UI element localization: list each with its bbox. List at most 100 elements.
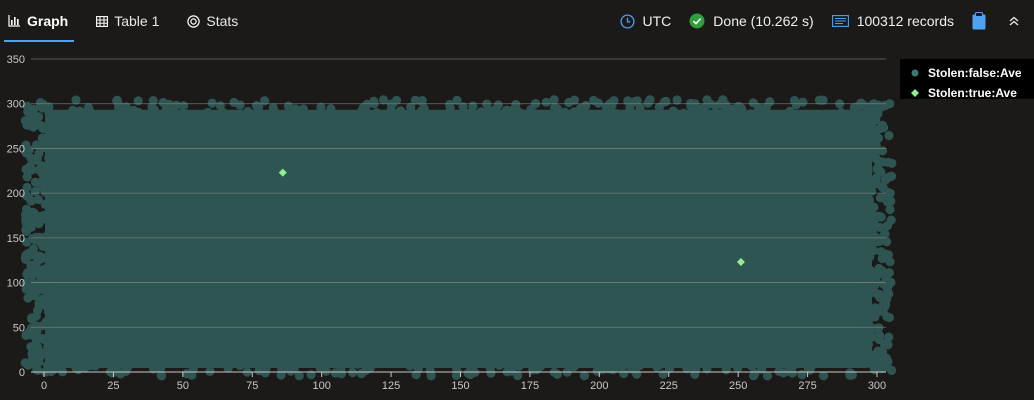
scatter-point-false [44,212,54,222]
scatter-point-false [863,167,873,177]
scatter-point-false [885,99,895,109]
scatter-point-false [79,363,90,373]
scatter-point-false [417,116,427,126]
scatter-point-false [844,352,854,362]
timezone-indicator[interactable]: UTC [619,13,671,29]
scatter-point-false [426,115,436,125]
scatter-point-false [221,110,232,120]
scatter-point-false [720,359,730,369]
scatter-point-false [762,115,772,125]
scatter-point-false [35,352,45,362]
legend-item-false[interactable]: Stolen:false:Ave [900,65,1034,81]
scatter-point-false [468,101,478,111]
scatter-point-false [283,101,294,111]
scatter-point-false [615,357,625,367]
scatter-point-false [293,358,303,368]
scatter-point-false [426,371,436,381]
scatter-point-false [238,345,248,355]
query-done-status: Done (10.262 s) [689,13,814,29]
scatter-point-false [442,348,452,358]
y-tick-label: 300 [7,99,25,111]
legend-item-true[interactable]: Stolen:true:Ave [900,85,1034,101]
scatter-point-false [108,346,118,356]
scatter-point-false [790,360,800,370]
scatter-point-false [860,117,870,127]
scatter-point-false [24,280,34,290]
scatter-point-false [44,284,54,294]
scatter-point-false [71,95,81,105]
scatter-point-false [44,153,54,163]
scatter-point-false [866,179,876,189]
x-tick-label: 300 [868,380,886,392]
scatter-point-false [375,354,385,364]
scatter-point-false [100,355,110,365]
x-tick-label: 275 [798,380,816,392]
scatter-point-false [174,346,185,356]
scatter-point-false [650,345,660,355]
scatter-point-false [870,365,880,375]
tab-graph-label: Graph [27,13,69,29]
scatter-point-false [855,346,865,356]
scatter-point-false [84,105,94,115]
scatter-point-false [144,115,154,125]
y-tick-label: 50 [13,322,25,334]
scatter-point-false [80,348,90,358]
scatter-point-false [24,145,34,155]
scatter-point-false [602,351,612,361]
tab-graph[interactable]: Graph [0,0,75,42]
collapse-results-button[interactable] [1008,15,1028,27]
x-tick-label: 75 [246,380,258,392]
scatter-point-false [312,349,322,359]
scatter-point-false [864,195,875,205]
scatter-point-false [36,120,46,131]
scatter-point-false [627,110,637,120]
scatter-point-false [608,365,618,375]
legend-label-false: Stolen:false:Ave [928,66,1022,80]
scatter-point-false [882,197,892,207]
scatter-point-false [34,251,44,261]
scatter-point-false [550,102,560,112]
tab-table-1[interactable]: Table 1 [90,0,165,42]
scatter-point-false [205,366,215,376]
scatter-point-false [334,359,345,369]
scatter-point-false [593,98,604,108]
scatter-point-false [750,368,760,378]
chart-area: 0 50 100 150 200 250 300 350 0 25 50 75 100 125 150 175… [0,44,1034,400]
scatter-point-false [317,113,327,124]
scatter-point-false [526,104,536,114]
bar-chart-icon [8,15,20,27]
scatter-point-false [182,369,192,379]
records-label: 100312 records [856,13,954,29]
scatter-point-false [328,348,338,358]
scatter-chart[interactable]: 0 50 100 150 200 250 300 350 0 25 50 75 100 125 150 175… [0,44,1034,400]
scatter-point-false [223,363,233,373]
scatter-point-false [803,363,813,373]
scatter-point-false [157,371,167,381]
scatter-point-false [49,114,59,124]
scatter-point-false [123,362,133,372]
y-tick-label: 350 [7,54,25,66]
scatter-point-false [849,103,859,113]
scatter-point-false [396,106,406,116]
scatter-point-false [619,368,629,379]
scatter-point-false [876,167,886,177]
scatter-point-false [632,369,642,379]
scatter-point-false [54,361,64,371]
scatter-point-false [734,101,744,111]
scatter-point-false [198,116,208,126]
scatter-point-false [504,354,514,364]
scatter-point-false [716,116,726,126]
scatter-point-false [810,345,820,355]
stats-icon [187,14,201,28]
scatter-point-false [303,114,313,124]
query-status-bar: UTC Done (10.262 s) 100312 records [619,0,1034,42]
scatter-point-false [820,111,831,121]
y-tick-label: 200 [7,188,25,200]
scatter-point-false [699,102,710,113]
scatter-point-false [748,350,758,360]
tab-stats[interactable]: Stats [181,0,244,42]
x-tick-label: 25 [107,380,119,392]
scatter-point-false [871,103,881,113]
copy-clipboard-button[interactable] [972,12,994,30]
scatter-point-false [881,274,891,284]
